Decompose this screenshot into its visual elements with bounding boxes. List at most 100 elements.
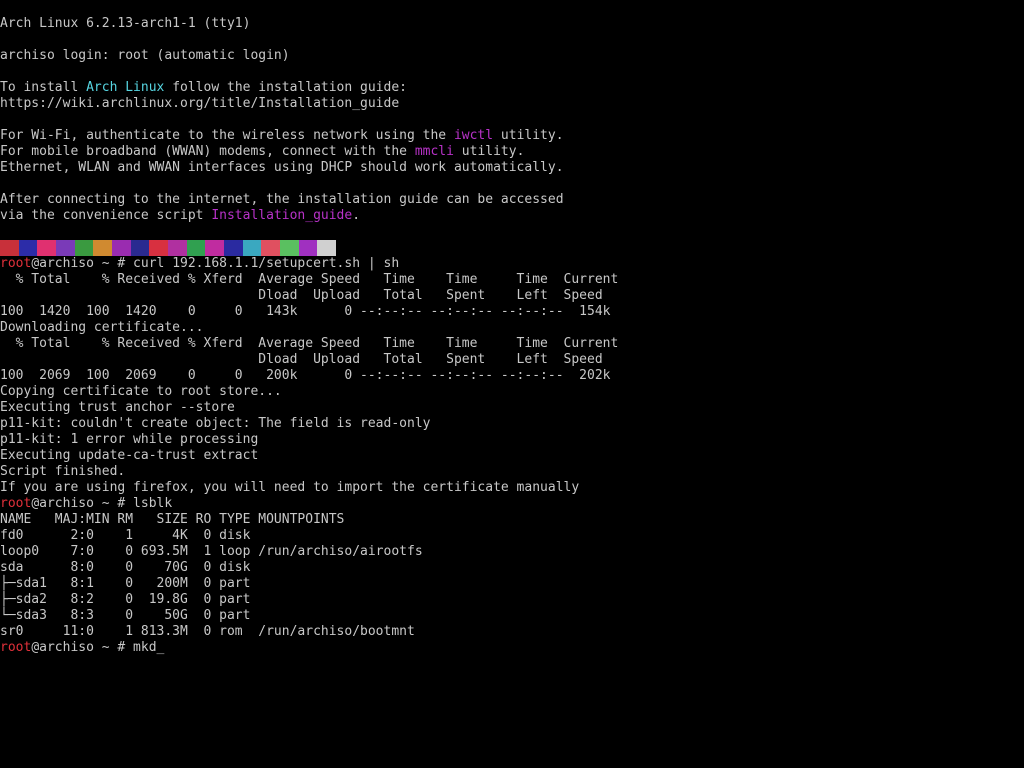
line-text: utility. [453,144,525,159]
terminal-line: For Wi-Fi, authenticate to the wireless … [0,128,564,144]
terminal-line: p11-kit: 1 error while processing [0,432,258,448]
terminal-line: Ethernet, WLAN and WWAN interfaces using… [0,160,564,176]
line-text: Copying certificate to root store... [0,384,282,399]
color-block [298,240,318,256]
line-text: If you are using firefox, you will need … [0,480,580,495]
terminal-line: root@archiso ~ # lsblk [0,496,172,512]
color-block [56,240,75,256]
color-block [317,240,337,256]
line-text: Downloading certificate... [0,320,204,335]
terminal-line: After connecting to the internet, the in… [0,192,564,208]
text-cursor: _ [156,640,165,655]
terminal-line: 100 2069 100 2069 0 0 200k 0 --:--:-- --… [0,368,610,384]
line-text: utility. [493,128,564,143]
color-block [261,240,281,256]
terminal-line: ├─sda1 8:1 0 200M 0 part [0,576,250,592]
line-text: . [352,208,361,223]
terminal-line: Script finished. [0,464,125,480]
line-text: After connecting to the internet, the in… [0,192,564,207]
color-block [205,240,225,256]
line-text: Ethernet, WLAN and WWAN interfaces using… [0,160,564,175]
line-text: archiso login: root (automatic login) [0,48,290,63]
terminal-line: ├─sda2 8:2 0 19.8G 0 part [0,592,250,608]
prompt-user: root [0,640,32,655]
line-text: p11-kit: 1 error while processing [0,432,259,447]
color-block [280,240,299,256]
terminal-line: If you are using firefox, you will need … [0,480,579,496]
terminal-line: https://wiki.archlinux.org/title/Install… [0,96,399,112]
terminal-line: └─sda3 8:3 0 50G 0 part [0,608,250,624]
terminal-line: % Total % Received % Xferd Average Speed… [0,336,619,352]
line-text: p11-kit: couldn't create object: The fie… [0,416,431,431]
terminal-line: root@archiso ~ # mkd_ [0,640,164,656]
line-text: For Wi-Fi, authenticate to the wireless … [0,128,454,143]
terminal-line: Downloading certificate... [0,320,204,336]
line-text: Dload Upload Total Spent Left Speed [0,352,603,367]
line-text: └─sda3 8:3 0 50G 0 part [0,608,251,623]
line-text: fd0 2:0 1 4K 0 disk [0,528,251,543]
terminal-line: Executing trust anchor --store [0,400,235,416]
line-text: @archiso ~ # mkd [31,640,157,655]
line-text: % Total % Received % Xferd Average Speed… [0,336,619,351]
line-text: Executing trust anchor --store [0,400,235,415]
line-text: 100 2069 100 2069 0 0 200k 0 --:--:-- --… [0,368,611,383]
line-text: Dload Upload Total Spent Left Speed [0,288,603,303]
color-block [18,240,38,256]
color-block [112,240,131,256]
terminal-line: 100 1420 100 1420 0 0 143k 0 --:--:-- --… [0,304,610,320]
line-text: ├─sda1 8:1 0 200M 0 part [0,576,251,591]
terminal-line: fd0 2:0 1 4K 0 disk [0,528,250,544]
line-text: % Total % Received % Xferd Average Speed… [0,272,619,287]
color-block [0,240,19,256]
highlighted-text: iwctl [453,128,494,143]
line-text: ├─sda2 8:2 0 19.8G 0 part [0,592,251,607]
terminal-line: % Total % Received % Xferd Average Speed… [0,272,619,288]
line-text: https://wiki.archlinux.org/title/Install… [0,96,400,111]
color-block [93,240,113,256]
terminal-line: Dload Upload Total Spent Left Speed [0,352,603,368]
terminal-line: p11-kit: couldn't create object: The fie… [0,416,430,432]
terminal-line: Arch Linux 6.2.13-arch1-1 (tty1) [0,16,250,32]
line-text: @archiso ~ # curl 192.168.1.1/setupcert.… [31,256,400,271]
color-block [242,240,262,256]
line-text: via the convenience script [0,208,212,223]
color-test-strip [0,240,337,256]
color-block [224,240,243,256]
line-text: Arch Linux 6.2.13-arch1-1 (tty1) [0,16,251,31]
line-text: NAME MAJ:MIN RM SIZE RO TYPE MOUNTPOINTS [0,512,345,527]
terminal-line: archiso login: root (automatic login) [0,48,290,64]
line-text: loop0 7:0 0 693.5M 1 loop /run/archiso/a… [0,544,423,559]
line-text: For mobile broadband (WWAN) modems, conn… [0,144,415,159]
tty-console[interactable]: Arch Linux 6.2.13-arch1-1 (tty1) archiso … [0,0,1024,768]
color-block [130,240,150,256]
line-text: Script finished. [0,464,126,479]
line-text: 100 1420 100 1420 0 0 143k 0 --:--:-- --… [0,304,611,319]
terminal-line: Copying certificate to root store... [0,384,282,400]
color-block [168,240,187,256]
color-block [37,240,57,256]
prompt-user: root [0,256,32,271]
terminal-line: Dload Upload Total Spent Left Speed [0,288,603,304]
highlighted-text: mmcli [414,144,454,159]
color-block [74,240,94,256]
color-block [149,240,169,256]
prompt-user: root [0,496,32,511]
terminal-line: via the convenience script Installation_… [0,208,360,224]
terminal-line: For mobile broadband (WWAN) modems, conn… [0,144,524,160]
terminal-line: NAME MAJ:MIN RM SIZE RO TYPE MOUNTPOINTS [0,512,344,528]
highlighted-text: Arch Linux [86,80,165,95]
highlighted-text: Installation_guide [211,208,353,223]
terminal-line: sda 8:0 0 70G 0 disk [0,560,250,576]
line-text: To install [0,80,87,95]
line-text: sda 8:0 0 70G 0 disk [0,560,251,575]
terminal-line: To install Arch Linux follow the install… [0,80,407,96]
line-text: follow the installation guide: [164,80,408,95]
terminal-line: root@archiso ~ # curl 192.168.1.1/setupc… [0,256,399,272]
terminal-line: sr0 11:0 1 813.3M 0 rom /run/archiso/boo… [0,624,415,640]
line-text: Executing update-ca-trust extract [0,448,259,463]
terminal-line: loop0 7:0 0 693.5M 1 loop /run/archiso/a… [0,544,423,560]
color-block [186,240,206,256]
line-text: @archiso ~ # lsblk [31,496,173,511]
line-text: sr0 11:0 1 813.3M 0 rom /run/archiso/boo… [0,624,415,639]
terminal-line: Executing update-ca-trust extract [0,448,258,464]
